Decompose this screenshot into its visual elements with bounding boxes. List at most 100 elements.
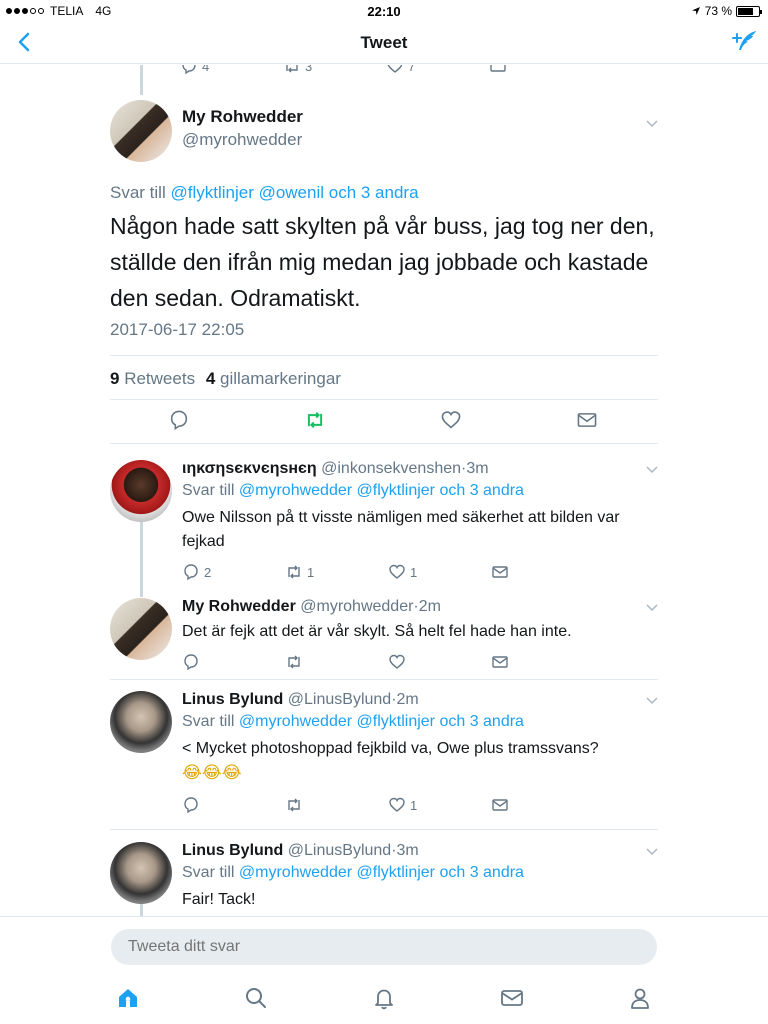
author-name[interactable]: ιηκσηѕєκνєηѕнєη	[182, 460, 317, 477]
like-count: 7	[408, 65, 416, 74]
retweet-icon	[288, 655, 300, 669]
heart-icon	[387, 65, 403, 73]
retweets-label: Retweets	[124, 369, 196, 388]
chevron-down-icon[interactable]	[646, 697, 658, 705]
dm-action[interactable]	[491, 796, 594, 814]
retweet-icon	[288, 565, 300, 579]
tweet-time: 2m	[418, 598, 441, 615]
dm-action[interactable]	[491, 653, 594, 671]
reply-input[interactable]	[111, 929, 657, 965]
battery-icon	[736, 5, 762, 17]
heart-icon	[389, 797, 405, 812]
author-handle[interactable]: @inkonsekvenshen	[321, 460, 461, 477]
reply-count: 4	[202, 65, 210, 74]
like-action[interactable]: 1	[388, 796, 491, 814]
tweet-text: Det är fejk att det är vår skylt. Så hel…	[182, 623, 572, 640]
retweet-icon	[286, 65, 298, 73]
reply-tweet[interactable]: Linus Bylund @LinusBylund·3m Svar till @…	[110, 842, 658, 916]
envelope-icon[interactable]	[576, 409, 598, 431]
reply-tweet[interactable]: ιηκσηѕєκνєηѕнєη @inkonsekvenshen·3m Svar…	[110, 460, 658, 590]
reply-prefix: Svar till	[182, 713, 235, 730]
reply-tweet[interactable]: My Rohwedder @myrohwedder·2m Det är fejk…	[110, 598, 658, 678]
retweet-count: 1	[307, 564, 315, 580]
previous-tweet-actions: 4 3 7	[180, 65, 592, 75]
heart-icon[interactable]	[440, 409, 462, 431]
author-handle[interactable]: @myrohwedder	[182, 130, 303, 150]
retweets-count: 9	[110, 369, 120, 388]
envelope-icon	[492, 656, 508, 668]
thread-connector	[140, 65, 143, 95]
author-name[interactable]: Linus Bylund	[182, 842, 283, 859]
like-action[interactable]	[388, 653, 491, 671]
divider	[110, 829, 658, 830]
reply-action[interactable]: 4	[180, 65, 283, 75]
reply-icon	[184, 797, 198, 814]
divider	[110, 355, 658, 356]
reply-action[interactable]	[182, 653, 285, 671]
chevron-down-icon[interactable]	[646, 604, 658, 612]
compose-tweet-icon[interactable]	[730, 28, 758, 56]
chevron-down-icon[interactable]	[646, 848, 658, 856]
clock: 22:10	[367, 4, 401, 19]
reply-to-mentions[interactable]: @myrohwedder @flyktlinjer och 3 andra	[239, 864, 524, 881]
tab-bar	[0, 970, 768, 1024]
dm-action[interactable]	[489, 65, 592, 75]
avatar[interactable]	[110, 691, 172, 753]
likes-stat[interactable]: 4 gillamarkeringar	[206, 369, 341, 388]
retweets-stat[interactable]: 9 Retweets	[110, 369, 200, 388]
messages-icon[interactable]	[500, 986, 524, 1010]
focused-tweet: My Rohwedder @myrohwedder Svar till @fly…	[110, 100, 658, 339]
avatar[interactable]	[110, 100, 172, 162]
home-icon[interactable]	[116, 986, 140, 1010]
reply-action[interactable]	[182, 796, 285, 814]
reply-to-mentions[interactable]: @myrohwedder @flyktlinjer och 3 andra	[239, 713, 524, 730]
page-title: Tweet	[360, 33, 408, 52]
reply-action[interactable]: 2	[182, 563, 285, 581]
notifications-icon[interactable]	[372, 986, 396, 1010]
search-icon[interactable]	[244, 986, 268, 1010]
avatar[interactable]	[110, 460, 172, 522]
author-name[interactable]: Linus Bylund	[182, 691, 283, 708]
divider	[110, 679, 658, 680]
reply-to-mentions[interactable]: @flyktlinjer @owenil och 3 andra	[170, 183, 418, 202]
retweet-count: 3	[305, 65, 313, 74]
author-handle[interactable]: @LinusBylund	[288, 691, 391, 708]
reply-composer-bar	[0, 916, 768, 970]
avatar[interactable]	[110, 842, 172, 904]
heart-icon	[389, 564, 405, 579]
retweet-action[interactable]: 1	[285, 563, 388, 581]
reply-icon	[184, 564, 198, 581]
reply-tweet[interactable]: Linus Bylund @LinusBylund·2m Svar till @…	[110, 691, 658, 821]
like-count: 1	[410, 797, 418, 813]
tweet-text: Någon hade satt skylten på vår buss, jag…	[110, 213, 655, 311]
retweet-action[interactable]	[285, 796, 388, 814]
chevron-down-icon[interactable]	[646, 466, 658, 474]
retweet-icon[interactable]	[304, 409, 326, 431]
profile-icon[interactable]	[628, 986, 652, 1010]
reply-to-mentions[interactable]: @myrohwedder @flyktlinjer och 3 andra	[239, 482, 524, 499]
envelope-icon	[492, 799, 508, 811]
author-handle[interactable]: @myrohwedder	[300, 598, 413, 615]
reply-prefix: Svar till	[110, 183, 166, 202]
tweet-text: Owe Nilsson på tt visste nämligen med sä…	[182, 509, 620, 550]
reply-icon[interactable]	[168, 409, 190, 431]
author-name[interactable]: My Rohwedder	[182, 598, 296, 615]
envelope-icon	[492, 566, 508, 578]
like-action[interactable]: 7	[386, 65, 489, 75]
chevron-down-icon[interactable]	[646, 120, 658, 128]
reply-prefix: Svar till	[182, 864, 235, 881]
author-handle[interactable]: @LinusBylund	[288, 842, 391, 859]
tweet-timestamp[interactable]: 2017-06-17 22:05	[110, 320, 244, 340]
retweet-action[interactable]	[285, 653, 388, 671]
tweet-text: Fair! Tack!	[182, 891, 256, 908]
avatar[interactable]	[110, 598, 172, 660]
likes-count: 4	[205, 369, 216, 388]
retweet-action[interactable]: 3	[283, 65, 386, 75]
like-action[interactable]: 1	[388, 563, 491, 581]
author-name[interactable]: My Rohwedder	[182, 107, 303, 127]
reply-icon	[184, 654, 198, 671]
dm-action[interactable]	[491, 563, 594, 581]
status-bar: TELIA 4G 22:10 73 %	[0, 0, 768, 22]
main-tweet-actions	[110, 409, 658, 433]
reply-icon	[182, 65, 196, 75]
